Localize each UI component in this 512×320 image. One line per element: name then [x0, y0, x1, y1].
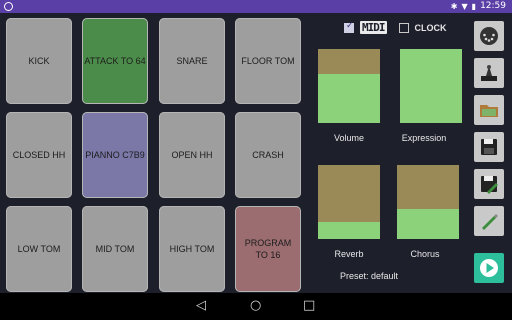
edit-button[interactable] [474, 206, 504, 236]
pad-attack-to-64[interactable]: ATTACK TO 64 [82, 18, 148, 104]
pad-low-tom[interactable]: LOW TOM [6, 206, 72, 292]
save-icon [481, 139, 497, 155]
pad-label: LOW TOM [17, 244, 61, 254]
save-as-button[interactable] [474, 169, 504, 199]
clock-checkbox[interactable] [398, 22, 409, 33]
pad-kick[interactable]: KICK [6, 18, 72, 104]
midi-checkbox[interactable] [344, 21, 354, 33]
pad-label: OPEN HH [171, 150, 213, 160]
fader-reverb-remaining [318, 165, 380, 222]
pad-label: MID TOM [95, 244, 135, 254]
pad-crash[interactable]: CRASH [235, 112, 301, 198]
fader-volume-remaining [318, 49, 380, 75]
save-as-icon [481, 176, 498, 194]
clock-label: CLOCK [414, 22, 447, 33]
midi-label: MIDI [360, 21, 387, 34]
pad-floor-tom[interactable]: FLOOR TOM [235, 18, 301, 104]
pad-label: ATTACK TO 64 [84, 56, 146, 66]
fader-reverb[interactable] [318, 165, 380, 239]
folder-open-icon [480, 105, 498, 117]
midi-connector-icon [480, 27, 498, 45]
pad-open-hh[interactable]: OPEN HH [159, 112, 225, 198]
pad-label: SNARE [176, 56, 208, 66]
status-time: 12:59 [480, 1, 506, 11]
app-main: KICK ATTACK TO 64 SNARE FLOOR TOM CLOSED… [0, 13, 512, 293]
app-badge-icon [4, 2, 13, 11]
play-icon [480, 259, 498, 277]
pad-high-tom[interactable]: HIGH TOM [159, 206, 225, 292]
pad-closed-hh[interactable]: CLOSED HH [6, 112, 72, 198]
keyboard-button[interactable] [474, 58, 504, 88]
back-icon[interactable]: ◁ [196, 299, 206, 313]
recents-icon[interactable]: □ [303, 299, 315, 313]
open-file-button[interactable] [474, 95, 504, 125]
keyboard-piano-icon [481, 65, 497, 81]
wifi-icon: ▼ [461, 1, 468, 11]
pad-label: KICK [28, 56, 50, 66]
edit-pencil-icon [482, 214, 498, 230]
fader-expression[interactable] [400, 49, 462, 123]
fader-chorus[interactable] [397, 165, 459, 239]
pad-mid-tom[interactable]: MID TOM [82, 206, 148, 292]
fader-volume[interactable] [318, 49, 380, 123]
pad-label: HIGH TOM [169, 244, 215, 254]
status-bar: ✱ ▼ ▮ 12:59 [0, 0, 512, 13]
fader-chorus-label: Chorus [410, 249, 440, 259]
play-button[interactable] [474, 253, 504, 283]
pad-label: FLOOR TOM [241, 56, 295, 66]
status-icons: ✱ ▼ ▮ 12:59 [451, 1, 506, 11]
pad-label: CRASH [252, 150, 284, 160]
midi-options: MIDI CLOCK [344, 21, 447, 34]
pad-label: PROGRAM TO 16 [244, 238, 292, 260]
bluetooth-icon: ✱ [450, 1, 458, 11]
midi-connector-button[interactable] [474, 21, 504, 51]
pad-snare[interactable]: SNARE [159, 18, 225, 104]
save-button[interactable] [474, 132, 504, 162]
home-icon[interactable]: ○ [250, 299, 261, 313]
pad-pianno-c7b9[interactable]: PIANNO C7B9 [82, 112, 148, 198]
pad-label: PIANNO C7B9 [85, 150, 145, 160]
battery-icon: ▮ [471, 1, 477, 11]
pad-label: CLOSED HH [12, 150, 66, 160]
fader-expression-label: Expression [401, 133, 447, 143]
system-nav-bar: ◁ ○ □ [0, 293, 512, 320]
pad-program-to-16[interactable]: PROGRAM TO 16 [235, 206, 301, 292]
fader-chorus-remaining [397, 165, 459, 210]
preset-label: Preset: default [340, 271, 399, 281]
